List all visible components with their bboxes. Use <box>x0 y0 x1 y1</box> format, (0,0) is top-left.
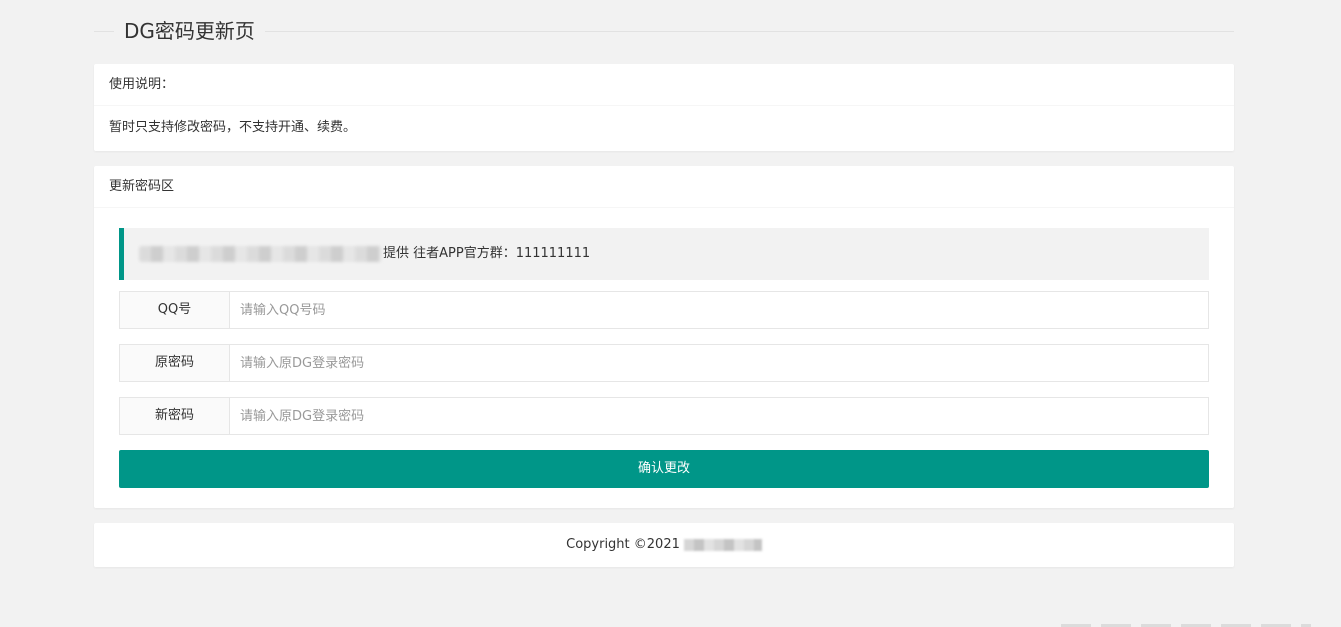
page-title: DG密码更新页 <box>114 18 265 44</box>
qq-field-label: QQ号 <box>120 292 230 328</box>
new-password-input[interactable] <box>230 398 1208 434</box>
password-form-card: 更新密码区 提供 往者APP官方群：111111111 QQ号 原密码 新密码 … <box>94 166 1234 508</box>
old-password-field: 原密码 <box>119 344 1209 382</box>
new-password-label: 新密码 <box>120 398 230 434</box>
copyright-text: Copyright ©2021 <box>566 537 680 552</box>
form-card-header: 更新密码区 <box>94 166 1234 208</box>
title-divider <box>94 31 1234 32</box>
usage-card: 使用说明： 暂时只支持修改密码，不支持开通、续费。 <box>94 64 1234 151</box>
notice-text: 提供 往者APP官方群：111111111 <box>383 246 591 261</box>
confirm-change-button[interactable]: 确认更改 <box>119 450 1209 488</box>
notice-blockquote: 提供 往者APP官方群：111111111 <box>119 228 1209 280</box>
title-row: DG密码更新页 <box>94 0 1234 62</box>
footer: Copyright ©2021 <box>94 523 1234 567</box>
old-password-input[interactable] <box>230 345 1208 381</box>
new-password-field: 新密码 <box>119 397 1209 435</box>
usage-card-text: 暂时只支持修改密码，不支持开通、续费。 <box>109 120 357 135</box>
qq-field: QQ号 <box>119 291 1209 329</box>
form-card-body: 提供 往者APP官方群：111111111 QQ号 原密码 新密码 确认更改 <box>94 208 1234 508</box>
page-container: DG密码更新页 使用说明： 暂时只支持修改密码，不支持开通、续费。 更新密码区 … <box>94 0 1234 567</box>
usage-card-header: 使用说明： <box>94 64 1234 106</box>
redacted-text <box>139 246 382 262</box>
footer-card: Copyright ©2021 <box>94 523 1234 567</box>
qq-input[interactable] <box>230 292 1208 328</box>
redacted-owner <box>683 538 762 551</box>
old-password-label: 原密码 <box>120 345 230 381</box>
